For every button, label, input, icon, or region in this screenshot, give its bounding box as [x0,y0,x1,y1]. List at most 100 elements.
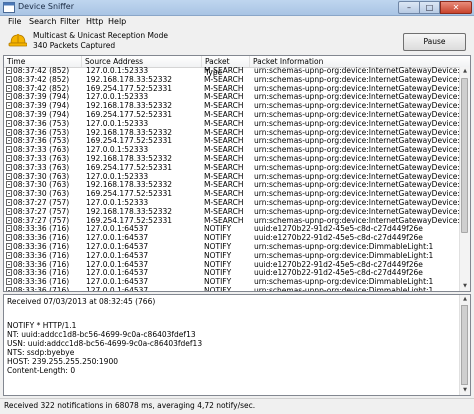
table-row[interactable]: 08:37:39 (794) 169.254.177.52:52331 M-SEAR… [4,110,460,120]
table-row[interactable]: 08:33:36 (716) 127.0.0.1:64537 NOTIFY urn:s… [4,286,460,292]
source-cell: 169.254.177.52:52331 [86,84,173,93]
table-row[interactable]: 08:37:36 (753) 169.254.177.52:52331 M-SEAR… [4,137,460,146]
source-cell: 169.254.177.52:52331 [86,137,173,146]
minimize-button[interactable]: – [398,1,420,14]
table-row[interactable]: 08:37:39 (794) 192.168.178.33:52332 M-SEAR… [4,102,460,111]
info-cell: urn:schemas-upnp-org:device:InternetGate… [254,93,460,102]
time-cell: 08:37:42 (852) [6,75,82,85]
time-value: 08:37:39 (794) [13,110,70,119]
table-row[interactable]: 08:33:36 (716) 127.0.0.1:64537 NOTIFY urn:s… [4,242,460,252]
detail-line: NTS: ssdp:byebye [7,348,75,357]
scroll-up-icon[interactable]: ▲ [460,295,470,304]
table-row[interactable]: 08:37:39 (794) 127.0.0.1:52333 M-SEARCH urn… [4,93,460,102]
packet-doc-icon [6,242,12,250]
table-row[interactable]: 08:33:36 (716) 127.0.0.1:64537 NOTIFY uuid:… [4,269,460,278]
time-value: 08:37:33 (763) [13,163,70,172]
scroll-thumb[interactable] [461,78,468,233]
info-cell: urn:schemas-upnp-org:device:InternetGate… [254,110,460,119]
info-cell: uuid:e1270b22-91d2-45e5-c8d-c27d449f26e [254,225,423,234]
time-value: 08:37:36 (753) [13,128,70,137]
table-row[interactable]: 08:37:42 (852) 169.254.177.52:52331 M-SEAR… [4,84,460,94]
time-value: 08:37:39 (794) [13,93,70,102]
scroll-thumb[interactable] [461,305,468,385]
source-cell: 192.168.178.33:52332 [86,75,173,84]
source-cell: 127.0.0.1:52333 [86,67,149,75]
table-row[interactable]: 08:33:36 (716) 127.0.0.1:64537 NOTIFY uuid:… [4,225,460,234]
table-row[interactable]: 08:37:33 (763) 169.254.177.52:52331 M-SEAR… [4,163,460,173]
time-value: 08:37:27 (757) [13,207,70,216]
scroll-up-icon[interactable]: ▲ [460,67,470,76]
table-row[interactable]: 08:37:27 (757) 127.0.0.1:52333 M-SEARCH urn… [4,198,460,208]
menu-help[interactable]: Help [106,17,128,26]
info-cell: uuid:e1270b22-91d2-45e5-c8d-c27d449f26e [254,234,423,243]
list-scrollbar[interactable]: ▲ ▼ [459,67,470,291]
table-row[interactable]: 08:37:36 (753) 192.168.178.33:52332 M-SEAR… [4,128,460,138]
time-value: 08:37:36 (753) [13,119,70,128]
table-row[interactable]: 08:37:27 (757) 192.168.178.33:52332 M-SEAR… [4,207,460,217]
time-value: 08:33:36 (716) [13,242,70,251]
column-header-time[interactable]: Time [4,56,82,67]
close-button[interactable]: ✕ [440,1,472,14]
table-row[interactable]: 08:37:27 (757) 169.254.177.52:52331 M-SEAR… [4,216,460,226]
table-row[interactable]: 08:33:36 (716) 127.0.0.1:64537 NOTIFY urn:s… [4,278,460,287]
source-cell: 169.254.177.52:52331 [86,110,173,119]
table-row[interactable]: 08:33:36 (716) 127.0.0.1:64537 NOTIFY urn:s… [4,251,460,261]
type-cell: M-SEARCH [204,75,244,84]
maximize-button[interactable]: □ [420,1,440,14]
table-row[interactable]: 08:37:30 (763) 169.254.177.52:52331 M-SEAR… [4,190,460,199]
source-cell: 192.168.178.33:52332 [86,154,173,163]
packet-doc-icon [6,67,12,74]
detail-line: NT: uuid:addcc1d8-bc56-4699-9c0a-c86403f… [7,330,196,339]
info-cell: urn:schemas-upnp-org:device:InternetGate… [254,137,460,146]
menu-search[interactable]: Search [27,17,58,26]
time-cell: 08:37:33 (763) [6,154,82,164]
table-row[interactable]: 08:37:33 (763) 192.168.178.33:52332 M-SEAR… [4,154,460,164]
menu-http[interactable]: Http [84,17,105,26]
detail-scrollbar[interactable]: ▲ ▼ [459,295,470,395]
time-value: 08:37:42 (852) [13,84,70,93]
packet-doc-icon [6,190,12,198]
packet-doc-icon [6,286,12,291]
info-cell: urn:schemas-upnp-org:device:InternetGate… [254,102,460,111]
type-cell: M-SEARCH [204,119,244,128]
scroll-down-icon[interactable]: ▼ [460,386,470,395]
time-cell: 08:33:36 (716) [6,234,82,243]
packet-doc-icon [6,137,12,145]
time-value: 08:33:36 (716) [13,260,70,269]
pause-button[interactable]: Pause [403,33,466,51]
column-header-type[interactable]: Packet Type [202,56,250,77]
menu-filter[interactable]: Filter [58,17,82,26]
table-row[interactable]: 08:37:36 (753) 127.0.0.1:52333 M-SEARCH urn… [4,119,460,129]
time-cell: 08:37:36 (753) [6,128,82,138]
time-value: 08:33:36 (716) [13,286,70,292]
type-cell: M-SEARCH [204,102,244,111]
info-cell: urn:schemas-upnp-org:device:InternetGate… [254,75,460,84]
packet-doc-icon [6,225,12,233]
scroll-down-icon[interactable]: ▼ [460,282,470,291]
time-cell: 08:37:39 (794) [6,93,82,102]
table-row[interactable]: 08:37:42 (852) 127.0.0.1:52333 M-SEARCH urn… [4,67,460,76]
packet-doc-icon [6,207,12,215]
table-row[interactable]: 08:37:30 (763) 127.0.0.1:52333 M-SEARCH urn… [4,172,460,182]
time-value: 08:37:42 (852) [13,75,70,84]
table-row[interactable]: 08:37:42 (852) 192.168.178.33:52332 M-SEAR… [4,75,460,85]
source-cell: 127.0.0.1:64537 [86,260,149,269]
time-value: 08:37:33 (763) [13,154,70,163]
source-cell: 169.254.177.52:52331 [86,216,173,225]
packet-doc-icon [6,260,12,268]
detail-line: USN: uuid:addcc1d8-bc56-4699-9c0a-c86403… [7,339,203,348]
table-row[interactable]: 08:33:36 (716) 127.0.0.1:64537 NOTIFY uuid:… [4,260,460,270]
packet-list[interactable]: Time Source Address Packet Type Packet I… [3,55,471,292]
packet-detail[interactable]: Received 07/03/2013 at 08:32:45 (766) NO… [3,294,471,396]
info-cell: urn:schemas-upnp-org:device:DimmableLigh… [254,286,434,292]
table-row[interactable]: 08:37:30 (763) 192.168.178.33:52332 M-SEAR… [4,181,460,190]
table-row[interactable]: 08:37:33 (763) 127.0.0.1:52333 M-SEARCH urn… [4,146,460,155]
info-cell: uuid:e1270b22-91d2-45e5-c8d-c27d449f26e [254,260,423,269]
table-row[interactable]: 08:33:36 (716) 127.0.0.1:64537 NOTIFY uuid:… [4,234,460,243]
time-cell: 08:37:30 (763) [6,181,82,190]
column-header-info[interactable]: Packet Information [250,56,470,67]
type-cell: NOTIFY [204,260,232,269]
menu-file[interactable]: File [6,17,23,26]
column-header-source[interactable]: Source Address [82,56,202,67]
detail-line: Content-Length: 0 [7,366,76,375]
